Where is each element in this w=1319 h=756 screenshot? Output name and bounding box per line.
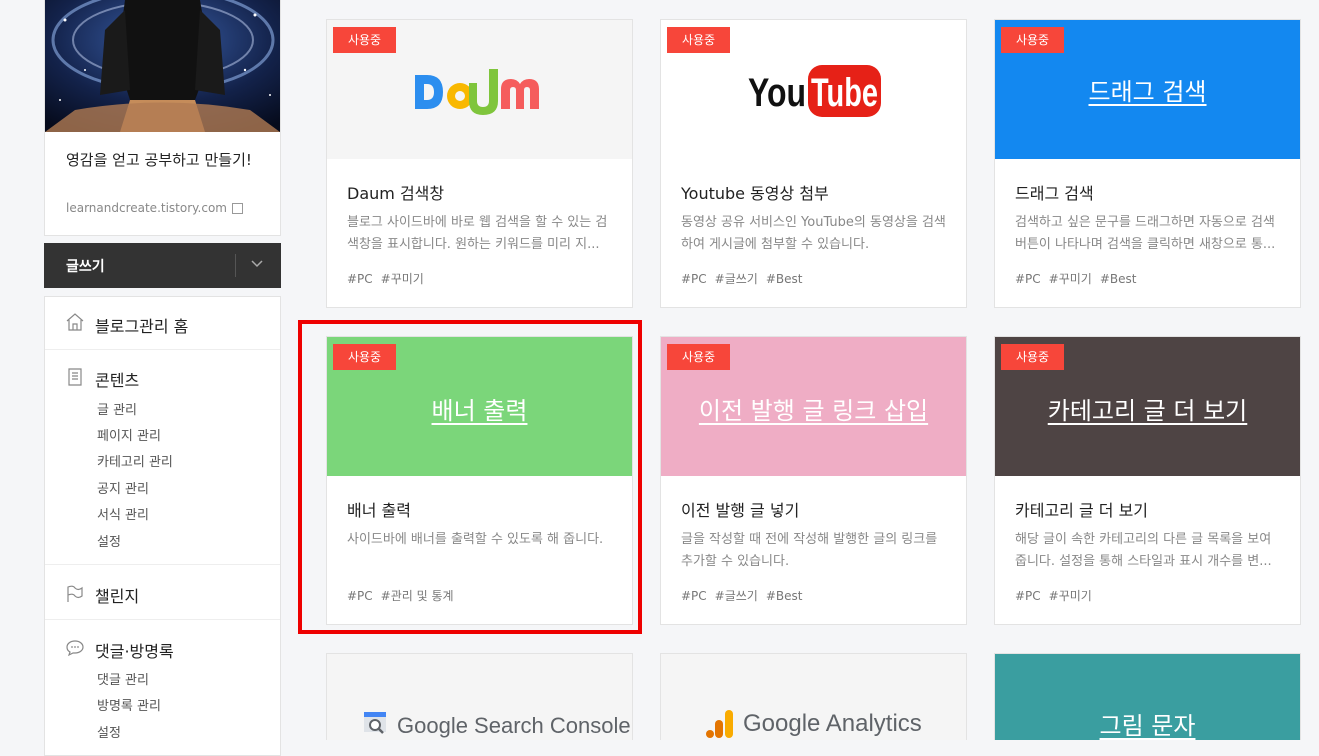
card-description: 해당 글이 속한 카테고리의 다른 글 목록을 보여줍니다. 설정을 통해 스타… bbox=[1015, 532, 1272, 569]
card-tags: #PC #꾸미기 #Best bbox=[1015, 270, 1145, 287]
card-thumbnail: 드래그 검색 사용중 bbox=[995, 20, 1300, 159]
nav-comments[interactable]: 댓글·방명록 bbox=[95, 638, 174, 662]
external-link-icon bbox=[232, 203, 243, 214]
tag: #Best bbox=[765, 589, 803, 603]
youtube-logo: You Tube bbox=[748, 65, 881, 117]
tag: #Best bbox=[765, 272, 803, 286]
in-use-badge: 사용중 bbox=[333, 27, 396, 53]
search-console-icon bbox=[364, 712, 386, 734]
plugin-card-youtube[interactable]: You Tube 사용중 Youtube 동영상 첨부 동영상 공유 서비스인 … bbox=[660, 19, 967, 308]
blog-url-text[interactable]: learnandcreate.tistory.com bbox=[66, 201, 227, 215]
blog-title[interactable]: 영감을 얻고 공부하고 만들기! bbox=[66, 148, 266, 172]
plugin-card-previous-post-link[interactable]: 이전 발행 글 링크 삽입 사용중 이전 발행 글 넣기 글을 작성할 때 전에… bbox=[660, 336, 967, 625]
selection-highlight bbox=[298, 320, 642, 634]
write-menu-toggle[interactable] bbox=[235, 243, 281, 288]
thumbnail-label: 이전 발행 글 링크 삽입 bbox=[698, 397, 929, 425]
tag: #PC bbox=[681, 272, 707, 286]
nav-comment-settings[interactable]: 설정 bbox=[97, 722, 121, 741]
plugin-card-daum-search[interactable]: 사용중 Daum 검색창 블로그 사이드바에 바로 웹 검색을 할 수 있는 검… bbox=[326, 19, 633, 308]
blog-profile-card: 영감을 얻고 공부하고 만들기! learnandcreate.tistory.… bbox=[44, 0, 281, 236]
tag: #PC bbox=[1015, 272, 1041, 286]
card-description: 검색하고 싶은 문구를 드래그하면 자동으로 검색 버튼이 나타나며 검색을 클… bbox=[1015, 215, 1276, 252]
tag: #꾸미기 bbox=[1048, 589, 1092, 603]
flag-icon bbox=[67, 585, 83, 602]
plugin-card-category-more[interactable]: 카테고리 글 더 보기 사용중 카테고리 글 더 보기 해당 글이 속한 카테고… bbox=[994, 336, 1301, 625]
write-post-bar: 글쓰기 bbox=[44, 243, 281, 288]
plugin-card-emoticon[interactable]: 그림 문자 bbox=[994, 653, 1301, 740]
plugin-card-google-search-console[interactable]: Google Search Console bbox=[326, 653, 633, 740]
plugin-card-google-analytics[interactable]: Google Analytics bbox=[660, 653, 967, 740]
profile-image[interactable] bbox=[45, 0, 280, 132]
nav-content[interactable]: 콘텐츠 bbox=[95, 367, 139, 391]
card-title: 드래그 검색 bbox=[1015, 184, 1094, 203]
tag: #PC bbox=[1015, 589, 1041, 603]
tag: #글쓰기 bbox=[714, 272, 758, 286]
nav-notice-manage[interactable]: 공지 관리 bbox=[97, 478, 149, 497]
document-icon bbox=[68, 368, 82, 386]
tag: #꾸미기 bbox=[1048, 272, 1092, 286]
google-analytics-logo-text: Google Analytics bbox=[743, 710, 922, 737]
card-tags: #PC #꾸미기 bbox=[1015, 587, 1100, 604]
blog-url[interactable]: learnandcreate.tistory.com bbox=[66, 201, 243, 215]
tag: #PC bbox=[681, 589, 707, 603]
thumbnail-label: 카테고리 글 더 보기 bbox=[1047, 397, 1248, 425]
in-use-badge: 사용중 bbox=[667, 27, 730, 53]
nav-page-manage[interactable]: 페이지 관리 bbox=[97, 425, 161, 444]
nav-divider bbox=[45, 564, 280, 565]
home-icon bbox=[66, 313, 84, 331]
daum-logo bbox=[415, 69, 539, 115]
svg-text:You: You bbox=[748, 71, 806, 115]
google-search-console-logo-text: Google Search Console bbox=[397, 713, 631, 738]
card-thumbnail: You Tube 사용중 bbox=[661, 20, 966, 159]
svg-text:Tube: Tube bbox=[811, 71, 878, 115]
nav-content-settings[interactable]: 설정 bbox=[97, 531, 121, 550]
card-thumbnail: 카테고리 글 더 보기 사용중 bbox=[995, 337, 1300, 476]
nav-guestbook-manage[interactable]: 방명록 관리 bbox=[97, 695, 161, 714]
nav-post-manage[interactable]: 글 관리 bbox=[97, 399, 137, 418]
card-thumbnail: Google Analytics bbox=[661, 654, 966, 740]
thumbnail-label: 드래그 검색 bbox=[1088, 78, 1207, 106]
card-thumbnail: 이전 발행 글 링크 삽입 사용중 bbox=[661, 337, 966, 476]
nav-category-manage[interactable]: 카테고리 관리 bbox=[97, 451, 173, 470]
thumbnail-label: 그림 문자 bbox=[1099, 712, 1196, 740]
nav-template-manage[interactable]: 서식 관리 bbox=[97, 504, 149, 523]
tag: #PC bbox=[347, 272, 373, 286]
in-use-badge: 사용중 bbox=[667, 344, 730, 370]
card-title: 카테고리 글 더 보기 bbox=[1015, 501, 1149, 520]
card-title: Youtube 동영상 첨부 bbox=[681, 184, 829, 203]
google-analytics-icon bbox=[706, 710, 733, 738]
nav-divider bbox=[45, 619, 280, 620]
tag: #Best bbox=[1099, 272, 1137, 286]
nav-challenge[interactable]: 챌린지 bbox=[95, 583, 139, 607]
plugin-card-drag-search[interactable]: 드래그 검색 사용중 드래그 검색 검색하고 싶은 문구를 드래그하면 자동으로… bbox=[994, 19, 1301, 308]
in-use-badge: 사용중 bbox=[1001, 344, 1064, 370]
card-tags: #PC #글쓰기 #Best bbox=[681, 587, 811, 604]
speech-bubble-icon bbox=[66, 640, 84, 657]
admin-sidebar-nav: 블로그관리 홈 콘텐츠 글 관리 페이지 관리 카테고리 관리 공지 관리 서식… bbox=[44, 296, 281, 756]
in-use-badge: 사용중 bbox=[1001, 27, 1064, 53]
write-post-button[interactable]: 글쓰기 bbox=[66, 256, 105, 276]
card-thumbnail: 사용중 bbox=[327, 20, 632, 159]
card-description: 글을 작성할 때 전에 작성해 발행한 글의 링크를 추가할 수 있습니다. bbox=[681, 532, 938, 569]
card-tags: #PC #꾸미기 bbox=[347, 270, 432, 287]
card-title: 이전 발행 글 넣기 bbox=[681, 501, 800, 520]
card-thumbnail: Google Search Console bbox=[327, 654, 632, 740]
card-description: 동영상 공유 서비스인 YouTube의 동영상을 검색하여 게시글에 첨부할 … bbox=[681, 215, 946, 252]
tag: #글쓰기 bbox=[714, 589, 758, 603]
tag: #꾸미기 bbox=[380, 272, 424, 286]
nav-divider bbox=[45, 349, 280, 350]
chevron-down-icon bbox=[251, 260, 263, 268]
card-title: Daum 검색창 bbox=[347, 184, 445, 203]
nav-comment-manage[interactable]: 댓글 관리 bbox=[97, 669, 149, 688]
card-tags: #PC #글쓰기 #Best bbox=[681, 270, 811, 287]
card-thumbnail: 그림 문자 bbox=[995, 654, 1300, 740]
card-description: 블로그 사이드바에 바로 웹 검색을 할 수 있는 검색창을 표시합니다. 원하… bbox=[347, 215, 608, 252]
nav-blog-home[interactable]: 블로그관리 홈 bbox=[95, 313, 188, 337]
